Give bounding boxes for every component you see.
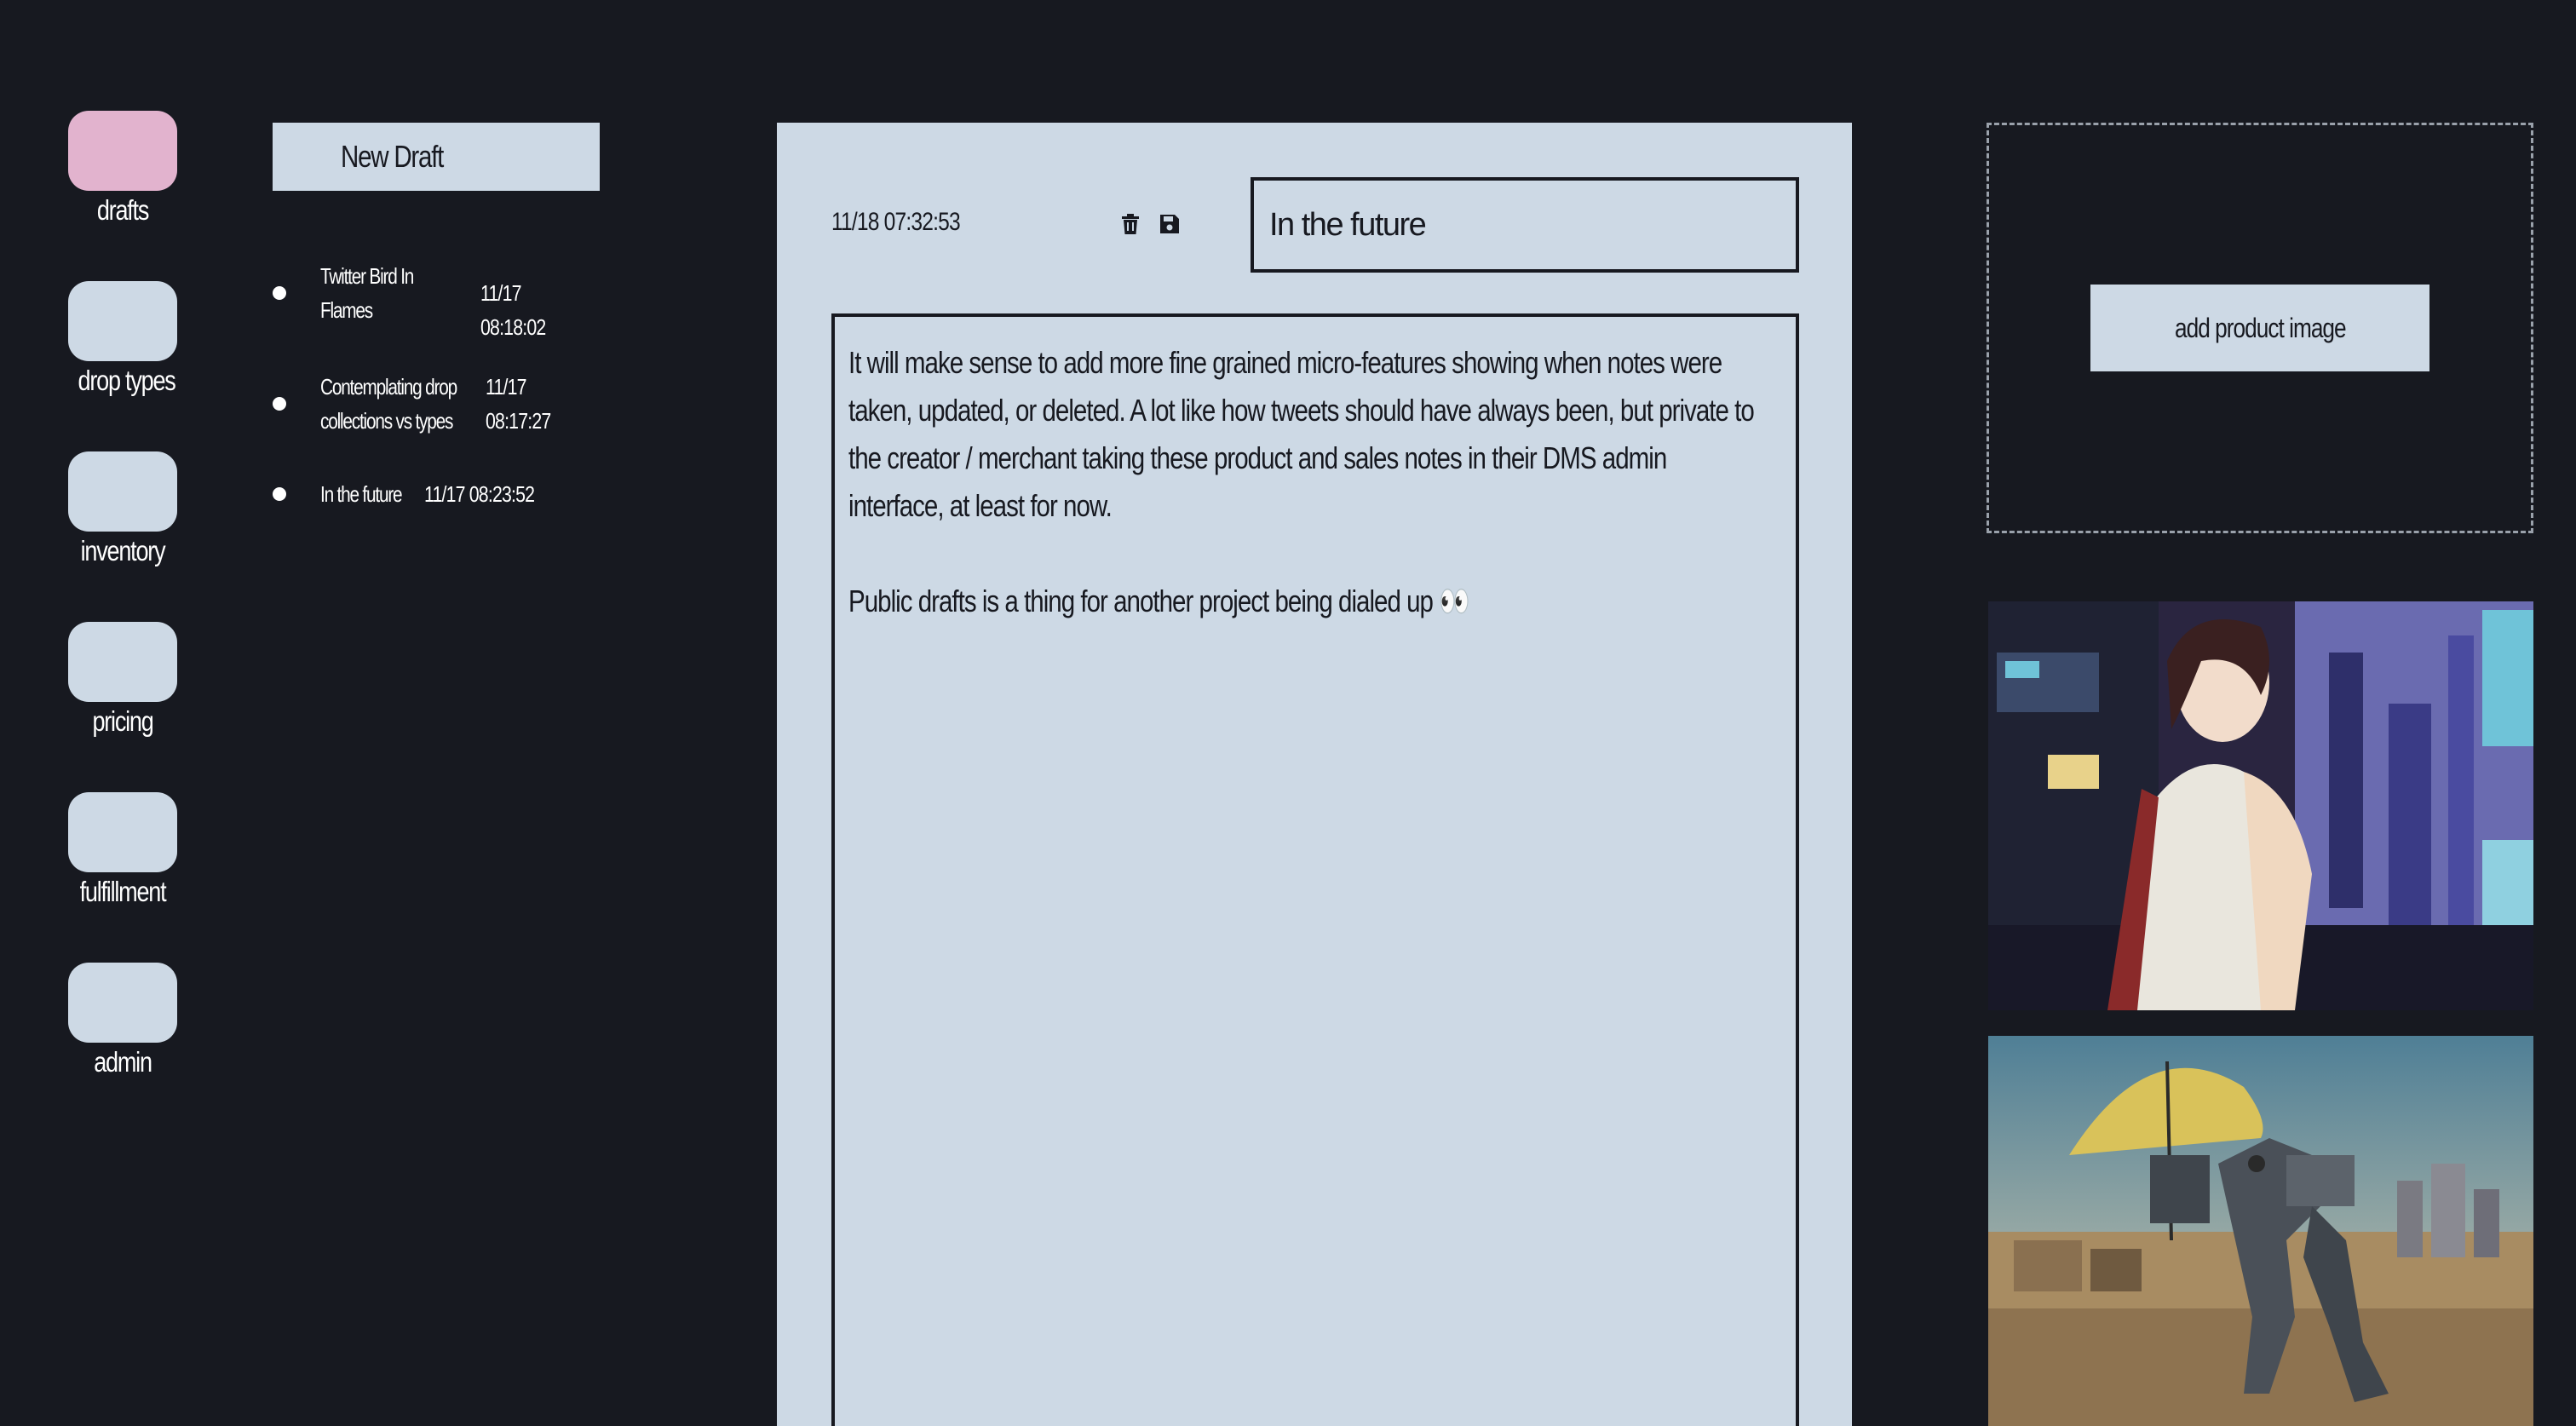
draft-editor: 11/18 07:32:53 It will make sense to add… — [777, 123, 1852, 1426]
draft-title: In the future — [320, 481, 403, 507]
sidebar-item-pricing[interactable]: pricing — [68, 622, 177, 738]
product-image-illustration — [1988, 601, 2533, 1010]
product-image-thumbnail[interactable] — [1988, 1036, 2533, 1426]
list-item[interactable]: In the future 11/17 08:23:52 — [273, 472, 613, 515]
draft-timestamp: 11/17 08:18:02 — [480, 280, 546, 340]
sidebar-item-admin[interactable]: admin — [68, 963, 177, 1078]
sidebar-item-drop-types[interactable]: drop types — [68, 281, 177, 397]
draft-title-cont: collections vs types — [320, 408, 453, 434]
draft-title-cont: Flames — [320, 297, 373, 323]
bullet-icon — [273, 487, 286, 501]
sidebar-item-label: drafts — [96, 194, 150, 226]
fulfillment-tile[interactable] — [68, 792, 177, 872]
body-paragraph: It will make sense to add more fine grai… — [848, 345, 1755, 523]
product-image-thumbnail[interactable] — [1988, 601, 2533, 1010]
sidebar-item-label: inventory — [80, 535, 166, 566]
add-product-image-label: add product image — [2174, 312, 2347, 343]
list-item[interactable]: Contemplating drop collections vs types … — [273, 366, 613, 443]
add-product-image-button[interactable]: add product image — [2090, 285, 2429, 371]
drop-types-tile[interactable] — [68, 281, 177, 361]
body-paragraph: Public drafts is a thing for another pro… — [848, 584, 1470, 618]
title-input[interactable] — [1251, 177, 1799, 273]
sidebar-item-label: pricing — [92, 705, 153, 737]
draft-timestamp-cont: 08:17:27 — [486, 408, 551, 434]
new-draft-button[interactable]: New Draft — [273, 123, 600, 191]
draft-title: Twitter Bird In — [320, 263, 414, 289]
bullet-icon — [273, 286, 286, 300]
list-item[interactable]: Twitter Bird In Flames 11/17 08:18:02 — [273, 256, 613, 340]
draft-timestamp: 11/17 08:23:52 — [424, 481, 535, 507]
admin-tile[interactable] — [68, 963, 177, 1043]
inventory-tile[interactable] — [68, 451, 177, 532]
sidebar-item-label: admin — [94, 1046, 152, 1078]
pricing-tile[interactable] — [68, 622, 177, 702]
trash-icon[interactable] — [1119, 213, 1141, 235]
sidebar-item-fulfillment[interactable]: fulfillment — [68, 792, 177, 908]
bullet-icon — [273, 397, 286, 411]
draft-timestamp: 11/18 07:32:53 — [831, 208, 961, 236]
sidebar-item-label: drop types — [78, 365, 176, 396]
product-image-illustration — [1988, 1036, 2533, 1426]
sidebar-item-label: fulfillment — [79, 876, 167, 907]
draft-timestamp: 11/17 — [486, 374, 526, 400]
drafts-tile[interactable] — [68, 111, 177, 191]
floppy-disk-icon[interactable] — [1159, 213, 1181, 235]
body-textarea[interactable]: It will make sense to add more fine grai… — [831, 313, 1799, 1426]
draft-title: Contemplating drop — [320, 374, 457, 400]
sidebar-item-drafts[interactable]: drafts — [68, 111, 177, 227]
app-root: drafts drop types inventory pricing fulf… — [0, 0, 2576, 1426]
sidebar-item-inventory[interactable]: inventory — [68, 451, 177, 567]
new-draft-label: New Draft — [341, 139, 444, 174]
